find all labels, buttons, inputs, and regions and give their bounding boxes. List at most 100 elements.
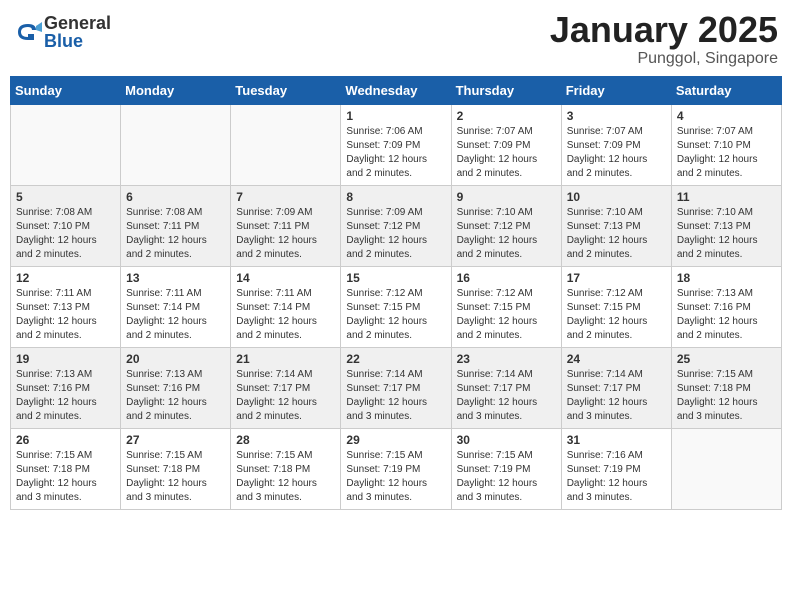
day-number: 26	[16, 433, 115, 447]
day-number: 29	[346, 433, 445, 447]
table-row: 22 Sunrise: 7:14 AMSunset: 7:17 PMDayligh…	[341, 347, 451, 428]
table-row: 26 Sunrise: 7:15 AMSunset: 7:18 PMDayligh…	[11, 428, 121, 509]
day-info: Sunrise: 7:06 AMSunset: 7:09 PMDaylight:…	[346, 125, 445, 181]
day-info: Sunrise: 7:10 AMSunset: 7:13 PMDaylight:…	[677, 206, 776, 262]
day-info: Sunrise: 7:13 AMSunset: 7:16 PMDaylight:…	[126, 368, 225, 424]
table-row: 5 Sunrise: 7:08 AMSunset: 7:10 PMDaylight…	[11, 185, 121, 266]
day-info: Sunrise: 7:16 AMSunset: 7:19 PMDaylight:…	[567, 449, 666, 505]
logo: General Blue	[14, 14, 111, 50]
day-number: 25	[677, 352, 776, 366]
table-row: 20 Sunrise: 7:13 AMSunset: 7:16 PMDayligh…	[121, 347, 231, 428]
day-info: Sunrise: 7:07 AMSunset: 7:09 PMDaylight:…	[567, 125, 666, 181]
header: General Blue January 2025 Punggol, Singa…	[10, 10, 782, 68]
calendar-week-row: 19 Sunrise: 7:13 AMSunset: 7:16 PMDayligh…	[11, 347, 782, 428]
day-number: 3	[567, 109, 666, 123]
table-row: 29 Sunrise: 7:15 AMSunset: 7:19 PMDayligh…	[341, 428, 451, 509]
day-number: 8	[346, 190, 445, 204]
day-info: Sunrise: 7:15 AMSunset: 7:19 PMDaylight:…	[346, 449, 445, 505]
day-info: Sunrise: 7:13 AMSunset: 7:16 PMDaylight:…	[16, 368, 115, 424]
table-row: 25 Sunrise: 7:15 AMSunset: 7:18 PMDayligh…	[671, 347, 781, 428]
logo-text: General Blue	[44, 14, 111, 50]
day-info: Sunrise: 7:14 AMSunset: 7:17 PMDaylight:…	[346, 368, 445, 424]
table-row: 18 Sunrise: 7:13 AMSunset: 7:16 PMDayligh…	[671, 266, 781, 347]
day-info: Sunrise: 7:09 AMSunset: 7:12 PMDaylight:…	[346, 206, 445, 262]
calendar: Sunday Monday Tuesday Wednesday Thursday…	[10, 76, 782, 510]
day-info: Sunrise: 7:15 AMSunset: 7:18 PMDaylight:…	[16, 449, 115, 505]
day-number: 10	[567, 190, 666, 204]
day-info: Sunrise: 7:15 AMSunset: 7:18 PMDaylight:…	[677, 368, 776, 424]
day-number: 7	[236, 190, 335, 204]
title-block: January 2025 Punggol, Singapore	[550, 10, 778, 68]
day-number: 12	[16, 271, 115, 285]
day-number: 19	[16, 352, 115, 366]
day-info: Sunrise: 7:10 AMSunset: 7:13 PMDaylight:…	[567, 206, 666, 262]
table-row: 7 Sunrise: 7:09 AMSunset: 7:11 PMDaylight…	[231, 185, 341, 266]
table-row: 10 Sunrise: 7:10 AMSunset: 7:13 PMDayligh…	[561, 185, 671, 266]
day-number: 31	[567, 433, 666, 447]
table-row: 19 Sunrise: 7:13 AMSunset: 7:16 PMDayligh…	[11, 347, 121, 428]
day-number: 30	[457, 433, 556, 447]
day-info: Sunrise: 7:11 AMSunset: 7:13 PMDaylight:…	[16, 287, 115, 343]
day-info: Sunrise: 7:12 AMSunset: 7:15 PMDaylight:…	[567, 287, 666, 343]
table-row	[11, 104, 121, 185]
table-row: 15Sunrise: 7:12 AMSunset: 7:15 PMDayligh…	[341, 266, 451, 347]
table-row: 2Sunrise: 7:07 AMSunset: 7:09 PMDaylight…	[451, 104, 561, 185]
table-row	[121, 104, 231, 185]
table-row: 27Sunrise: 7:15 AMSunset: 7:18 PMDayligh…	[121, 428, 231, 509]
day-info: Sunrise: 7:14 AMSunset: 7:17 PMDaylight:…	[567, 368, 666, 424]
table-row: 16Sunrise: 7:12 AMSunset: 7:15 PMDayligh…	[451, 266, 561, 347]
col-friday: Friday	[561, 76, 671, 104]
month-title: January 2025	[550, 10, 778, 50]
day-number: 6	[126, 190, 225, 204]
col-wednesday: Wednesday	[341, 76, 451, 104]
day-number: 22	[346, 352, 445, 366]
day-info: Sunrise: 7:14 AMSunset: 7:17 PMDaylight:…	[457, 368, 556, 424]
col-thursday: Thursday	[451, 76, 561, 104]
day-number: 5	[16, 190, 115, 204]
calendar-week-row: 26 Sunrise: 7:15 AMSunset: 7:18 PMDayligh…	[11, 428, 782, 509]
day-number: 13	[126, 271, 225, 285]
day-number: 27	[126, 433, 225, 447]
table-row: 23 Sunrise: 7:14 AMSunset: 7:17 PMDayligh…	[451, 347, 561, 428]
table-row: 8 Sunrise: 7:09 AMSunset: 7:12 PMDaylight…	[341, 185, 451, 266]
table-row: 3 Sunrise: 7:07 AMSunset: 7:09 PMDaylight…	[561, 104, 671, 185]
table-row: 4Sunrise: 7:07 AMSunset: 7:10 PMDaylight…	[671, 104, 781, 185]
day-info: Sunrise: 7:12 AMSunset: 7:15 PMDaylight:…	[457, 287, 556, 343]
table-row: 24 Sunrise: 7:14 AMSunset: 7:17 PMDayligh…	[561, 347, 671, 428]
day-number: 11	[677, 190, 776, 204]
calendar-header-row: Sunday Monday Tuesday Wednesday Thursday…	[11, 76, 782, 104]
day-number: 20	[126, 352, 225, 366]
table-row: 31 Sunrise: 7:16 AMSunset: 7:19 PMDayligh…	[561, 428, 671, 509]
calendar-week-row: 1 Sunrise: 7:06 AMSunset: 7:09 PMDaylight…	[11, 104, 782, 185]
day-number: 24	[567, 352, 666, 366]
table-row: 6Sunrise: 7:08 AMSunset: 7:11 PMDaylight…	[121, 185, 231, 266]
table-row	[671, 428, 781, 509]
table-row: 11 Sunrise: 7:10 AMSunset: 7:13 PMDayligh…	[671, 185, 781, 266]
table-row: 1 Sunrise: 7:06 AMSunset: 7:09 PMDaylight…	[341, 104, 451, 185]
table-row: 9Sunrise: 7:10 AMSunset: 7:12 PMDaylight…	[451, 185, 561, 266]
day-number: 17	[567, 271, 666, 285]
day-number: 9	[457, 190, 556, 204]
day-number: 18	[677, 271, 776, 285]
table-row: 14Sunrise: 7:11 AMSunset: 7:14 PMDayligh…	[231, 266, 341, 347]
col-saturday: Saturday	[671, 76, 781, 104]
logo-blue: Blue	[44, 32, 111, 50]
day-number: 4	[677, 109, 776, 123]
location: Punggol, Singapore	[550, 50, 778, 68]
table-row: 30 Sunrise: 7:15 AMSunset: 7:19 PMDayligh…	[451, 428, 561, 509]
day-number: 23	[457, 352, 556, 366]
table-row: 17 Sunrise: 7:12 AMSunset: 7:15 PMDayligh…	[561, 266, 671, 347]
table-row	[231, 104, 341, 185]
day-info: Sunrise: 7:11 AMSunset: 7:14 PMDaylight:…	[126, 287, 225, 343]
day-info: Sunrise: 7:09 AMSunset: 7:11 PMDaylight:…	[236, 206, 335, 262]
table-row: 12 Sunrise: 7:11 AMSunset: 7:13 PMDayligh…	[11, 266, 121, 347]
day-info: Sunrise: 7:08 AMSunset: 7:10 PMDaylight:…	[16, 206, 115, 262]
day-info: Sunrise: 7:15 AMSunset: 7:19 PMDaylight:…	[457, 449, 556, 505]
col-sunday: Sunday	[11, 76, 121, 104]
day-info: Sunrise: 7:13 AMSunset: 7:16 PMDaylight:…	[677, 287, 776, 343]
day-number: 1	[346, 109, 445, 123]
day-number: 15	[346, 271, 445, 285]
calendar-week-row: 12 Sunrise: 7:11 AMSunset: 7:13 PMDayligh…	[11, 266, 782, 347]
col-monday: Monday	[121, 76, 231, 104]
day-info: Sunrise: 7:11 AMSunset: 7:14 PMDaylight:…	[236, 287, 335, 343]
